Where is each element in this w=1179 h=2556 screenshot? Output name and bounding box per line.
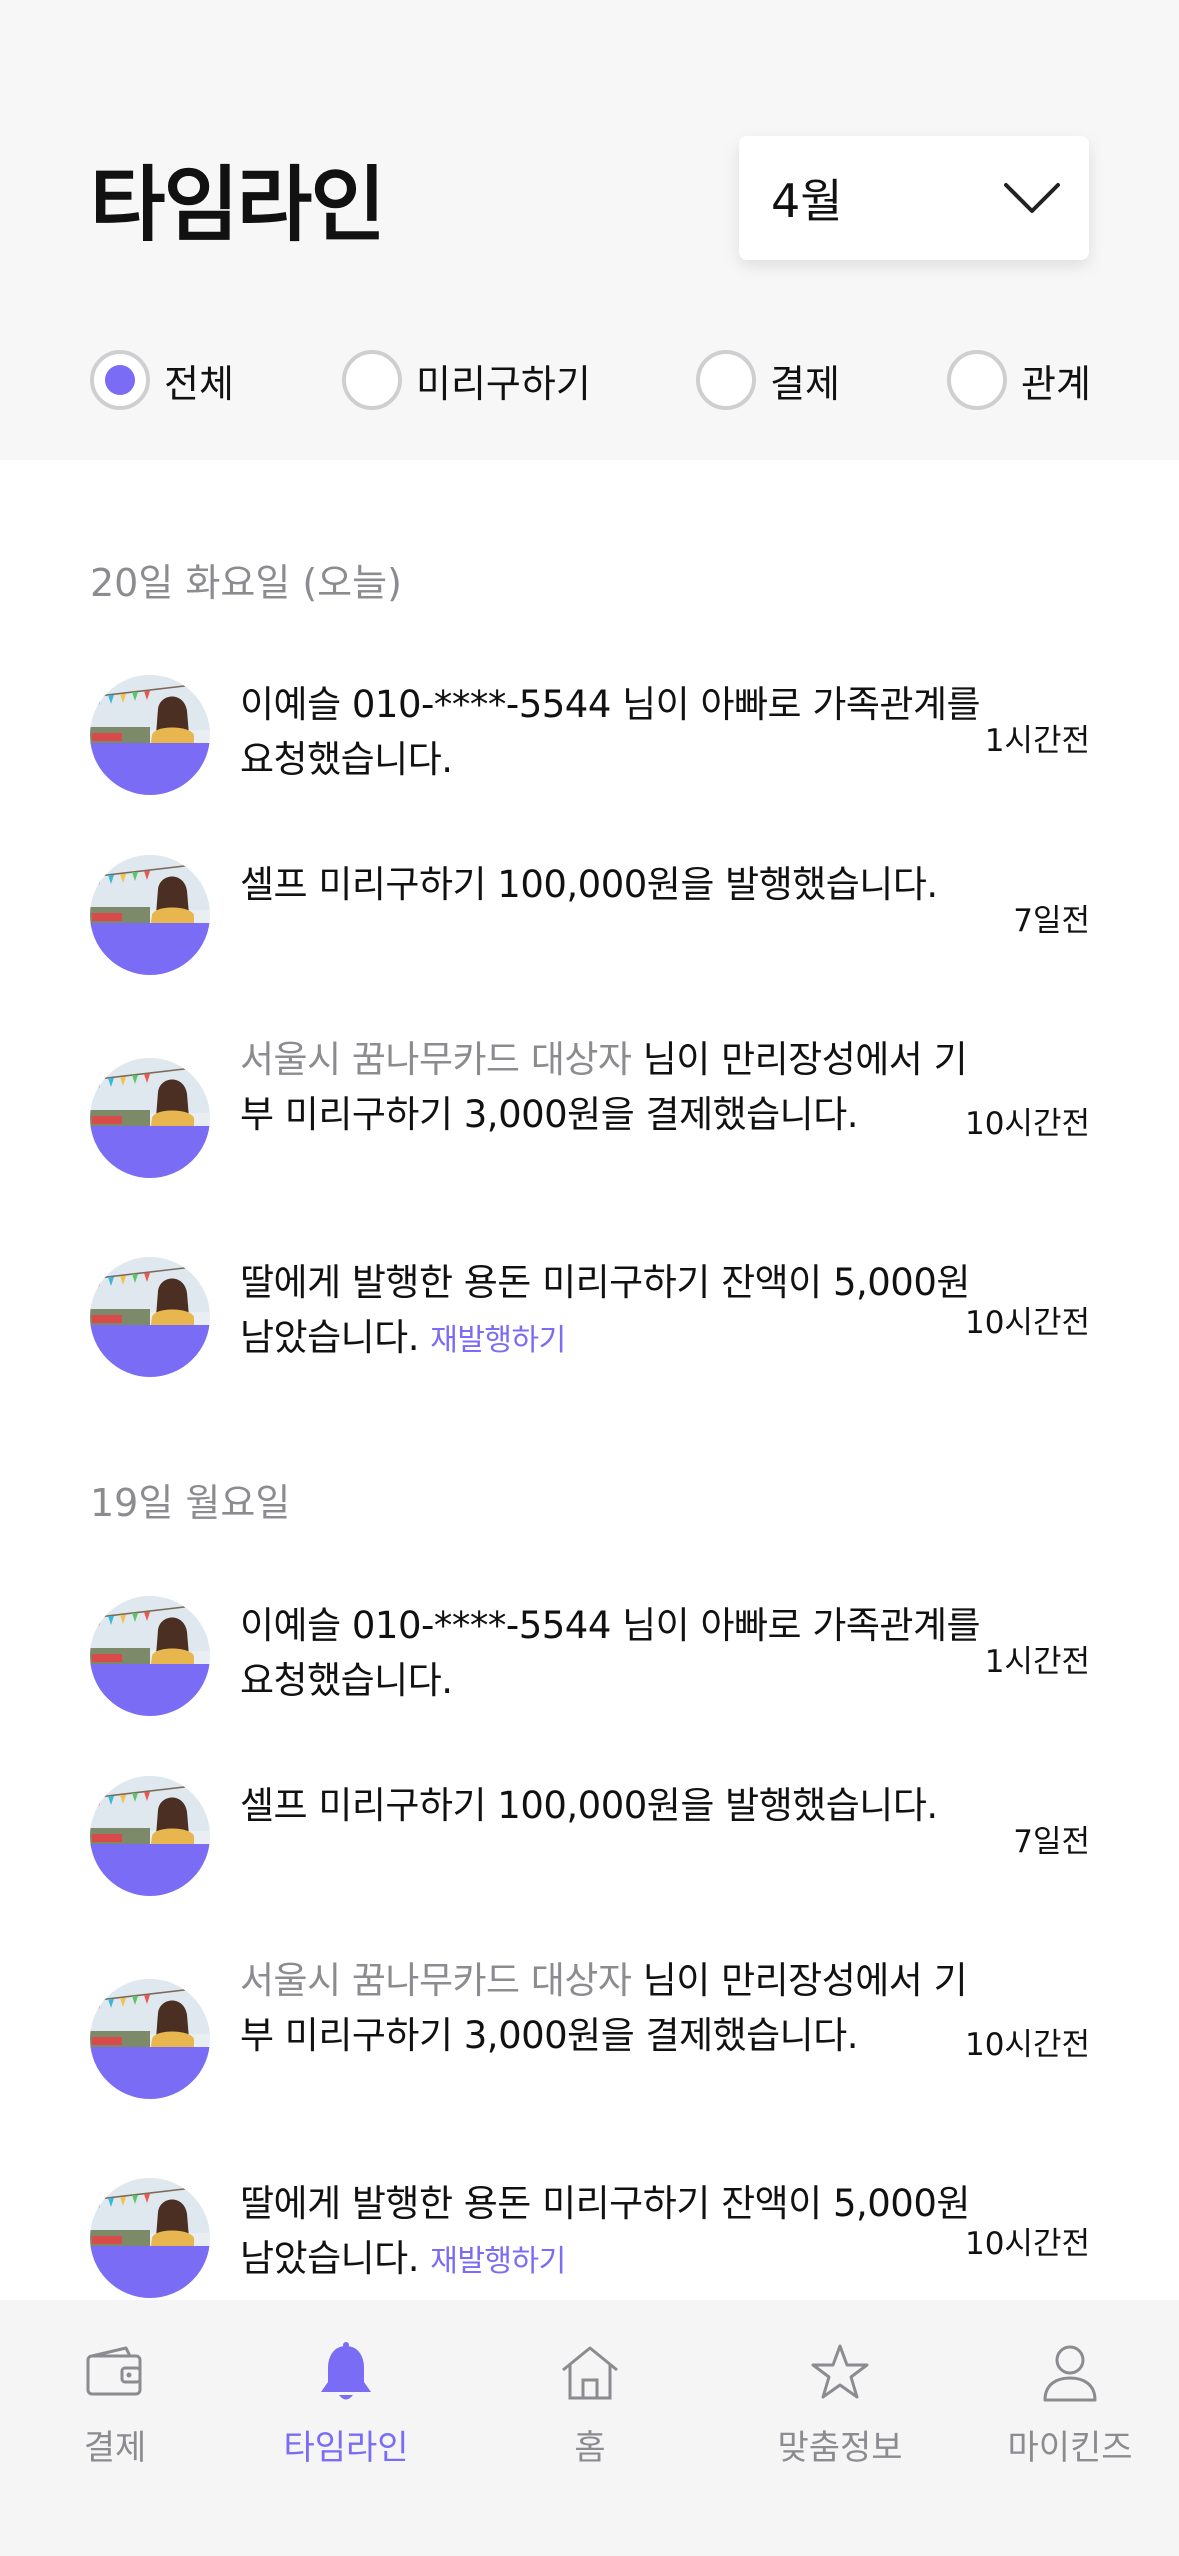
nav-payment[interactable]: 결제	[15, 2340, 215, 2490]
nav-label: 결제	[83, 2428, 147, 2468]
reissue-link[interactable]: 재발행하기	[430, 2244, 566, 2279]
list-item[interactable]: 딸에게 발행한 용돈 미리구하기 잔액이 5,000원 남았습니다. 재발행하기…	[90, 1257, 1090, 1387]
avatar	[90, 2178, 210, 2298]
star-icon	[811, 2344, 869, 2399]
avatar	[90, 1596, 210, 1716]
item-time: 10시간전	[964, 2226, 1090, 2262]
list-item[interactable]: 서울시 꿈나무카드 대상자 님이 만리장성에서 기부 미리구하기 3,000원을…	[90, 1956, 1090, 2126]
item-message: 딸에게 발행한 용돈 미리구하기 잔액이 5,000원 남았습니다. 재발행하기	[240, 1255, 990, 1368]
item-message: 서울시 꿈나무카드 대상자 님이 만리장성에서 기부 미리구하기 3,000원을…	[240, 1953, 990, 2063]
nav-label: 맞춤정보	[777, 2428, 903, 2468]
item-time: 10시간전	[964, 2027, 1090, 2063]
bottom-nav: 결제 타임라인 홈 맞춤정보 마이킨즈	[0, 2300, 1179, 2556]
item-message: 이예슬 010-****-5544 님이 아빠로 가족관계를 요청했습니다.	[240, 1598, 990, 1708]
radio-payment[interactable]	[696, 350, 756, 410]
section-date: 19일 월요일	[90, 1481, 291, 1525]
item-message: 셀프 미리구하기 100,000원을 발행했습니다.	[240, 857, 990, 912]
item-message: 딸에게 발행한 용돈 미리구하기 잔액이 5,000원 남았습니다. 재발행하기	[240, 2176, 990, 2289]
filter-preorder[interactable]: 미리구하기	[342, 345, 591, 415]
reissue-link[interactable]: 재발행하기	[430, 1323, 566, 1358]
nav-label: 마이킨즈	[1007, 2428, 1133, 2468]
item-time: 1시간전	[984, 723, 1090, 759]
month-select-value: 4월	[771, 174, 843, 228]
list-item[interactable]: 이예슬 010-****-5544 님이 아빠로 가족관계를 요청했습니다. 1…	[90, 1596, 1090, 1726]
radio-preorder[interactable]	[342, 350, 402, 410]
avatar	[90, 1979, 210, 2099]
item-text: 딸에게 발행한 용돈 미리구하기 잔액이 5,000원 남았습니다.	[240, 1261, 970, 1359]
month-select[interactable]: 4월	[739, 136, 1089, 260]
item-text: 셀프 미리구하기 100,000원을 발행했습니다.	[240, 863, 938, 906]
filter-payment[interactable]: 결제	[696, 345, 840, 415]
nav-custom-info[interactable]: 맞춤정보	[740, 2340, 940, 2490]
section-date: 20일 화요일 (오늘)	[90, 561, 402, 605]
avatar	[90, 1058, 210, 1178]
list-item[interactable]: 서울시 꿈나무카드 대상자 님이 만리장성에서 기부 미리구하기 3,000원을…	[90, 1035, 1090, 1205]
timeline-screen: 타임라인 4월 전체 미리구하기 결제 관계 20일 화요일 (오늘) 이예슬 …	[0, 0, 1179, 2556]
page-title: 타임라인	[90, 158, 386, 253]
item-text: 딸에게 발행한 용돈 미리구하기 잔액이 5,000원 남았습니다.	[240, 2182, 970, 2280]
item-message: 이예슬 010-****-5544 님이 아빠로 가족관계를 요청했습니다.	[240, 677, 990, 787]
radio-all[interactable]	[90, 350, 150, 410]
filter-all[interactable]: 전체	[90, 345, 234, 415]
filter-label: 전체	[164, 361, 234, 406]
item-time: 10시간전	[964, 1106, 1090, 1142]
item-text: 셀프 미리구하기 100,000원을 발행했습니다.	[240, 1784, 938, 1827]
bell-icon	[321, 2342, 371, 2400]
header: 타임라인 4월 전체 미리구하기 결제 관계	[0, 0, 1179, 460]
user-icon	[1043, 2345, 1097, 2402]
avatar	[90, 1257, 210, 1377]
item-muted-text: 서울시 꿈나무카드 대상자	[240, 1038, 632, 1081]
home-icon	[562, 2346, 618, 2400]
chevron-down-icon	[1004, 183, 1060, 213]
nav-my[interactable]: 마이킨즈	[970, 2340, 1170, 2490]
nav-label: 타임라인	[283, 2428, 409, 2468]
list-item[interactable]: 셀프 미리구하기 100,000원을 발행했습니다. 7일전	[90, 855, 1090, 985]
filter-label: 결제	[770, 361, 840, 406]
avatar	[90, 1776, 210, 1896]
item-time: 1시간전	[984, 1644, 1090, 1680]
item-time: 7일전	[1013, 1824, 1090, 1860]
filter-label: 관계	[1021, 361, 1091, 406]
filter-relation[interactable]: 관계	[947, 345, 1091, 415]
filter-label: 미리구하기	[416, 361, 591, 406]
item-text: 이예슬 010-****-5544 님이 아빠로 가족관계를 요청했습니다.	[240, 1604, 981, 1702]
list-item[interactable]: 셀프 미리구하기 100,000원을 발행했습니다. 7일전	[90, 1776, 1090, 1906]
nav-label: 홈	[574, 2428, 606, 2468]
item-time: 10시간전	[964, 1305, 1090, 1341]
item-muted-text: 서울시 꿈나무카드 대상자	[240, 1959, 632, 2002]
nav-timeline[interactable]: 타임라인	[246, 2340, 446, 2490]
item-message: 서울시 꿈나무카드 대상자 님이 만리장성에서 기부 미리구하기 3,000원을…	[240, 1032, 990, 1142]
avatar	[90, 675, 210, 795]
item-text: 이예슬 010-****-5544 님이 아빠로 가족관계를 요청했습니다.	[240, 683, 981, 781]
nav-home[interactable]: 홈	[490, 2340, 690, 2490]
avatar	[90, 855, 210, 975]
item-time: 7일전	[1013, 903, 1090, 939]
filter-group: 전체 미리구하기 결제 관계	[90, 345, 1091, 415]
item-message: 셀프 미리구하기 100,000원을 발행했습니다.	[240, 1778, 990, 1833]
list-item[interactable]: 이예슬 010-****-5544 님이 아빠로 가족관계를 요청했습니다. 1…	[90, 675, 1090, 805]
list-item[interactable]: 딸에게 발행한 용돈 미리구하기 잔액이 5,000원 남았습니다. 재발행하기…	[90, 2178, 1090, 2308]
wallet-icon	[86, 2346, 142, 2396]
radio-relation[interactable]	[947, 350, 1007, 410]
